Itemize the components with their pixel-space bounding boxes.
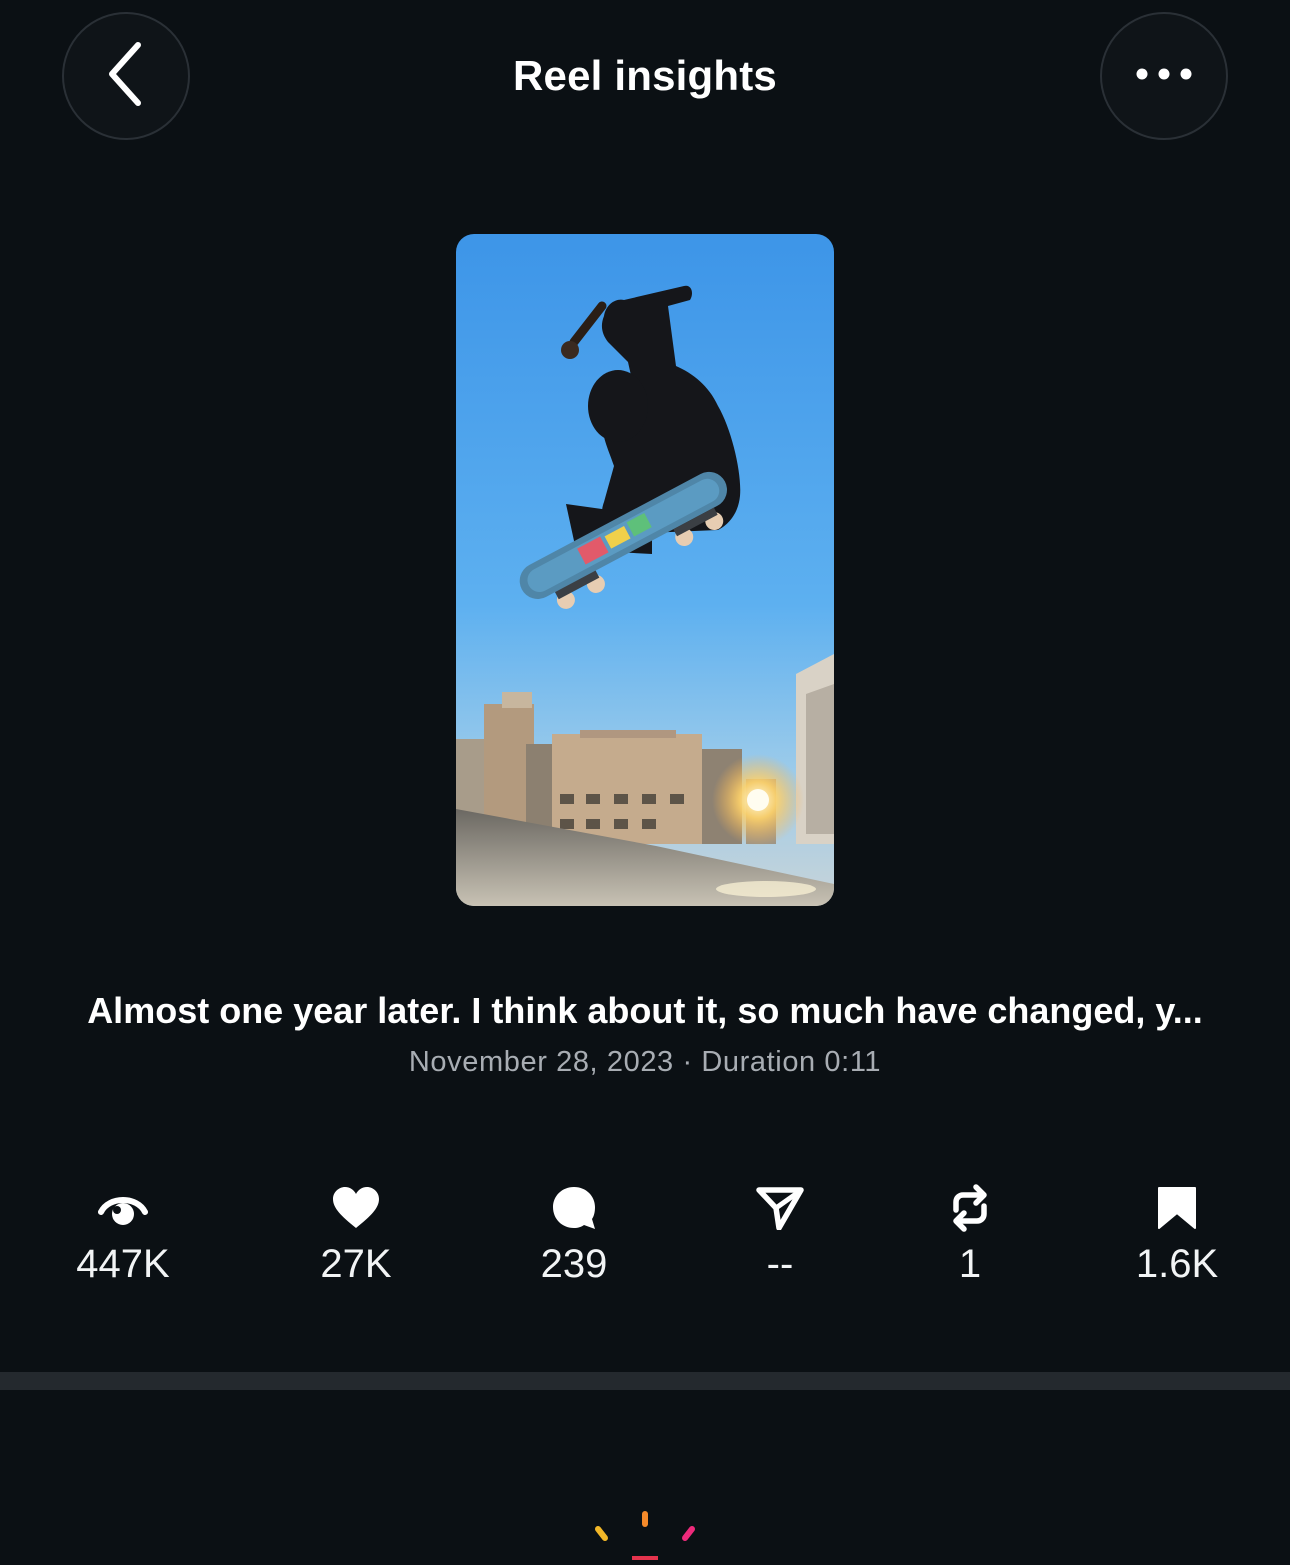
stat-comments-value: 239 xyxy=(540,1242,608,1286)
send-icon xyxy=(680,1180,880,1236)
stat-comments[interactable]: 239 xyxy=(474,1180,674,1287)
eye-icon xyxy=(23,1180,223,1236)
stat-likes[interactable]: 27K xyxy=(256,1180,456,1287)
stat-views-value: 447K xyxy=(76,1242,170,1286)
more-options-button[interactable] xyxy=(1100,12,1228,140)
reel-thumbnail[interactable] xyxy=(456,234,834,906)
loading-spinner-icon xyxy=(580,1500,710,1560)
stat-likes-value: 27K xyxy=(320,1242,392,1286)
heart-icon xyxy=(256,1180,456,1236)
stat-views[interactable]: 447K xyxy=(23,1180,223,1287)
stat-shares[interactable]: -- xyxy=(680,1180,880,1287)
repost-icon xyxy=(870,1180,1070,1236)
stat-shares-value: -- xyxy=(766,1242,794,1286)
reel-caption: Almost one year later. I think about it,… xyxy=(87,990,1203,1031)
stat-reposts-value: 1 xyxy=(958,1242,982,1286)
stat-reposts[interactable]: 1 xyxy=(870,1180,1070,1287)
more-horizontal-icon xyxy=(1134,66,1194,87)
section-divider xyxy=(0,1372,1290,1390)
stat-saves[interactable]: 1.6K xyxy=(1077,1180,1277,1287)
page-title: Reel insights xyxy=(513,52,777,99)
comment-icon xyxy=(474,1180,674,1236)
bookmark-icon xyxy=(1077,1180,1277,1236)
reel-date-duration: November 28, 2023 · Duration 0:11 xyxy=(408,1046,882,1078)
stat-saves-value: 1.6K xyxy=(1135,1242,1219,1286)
